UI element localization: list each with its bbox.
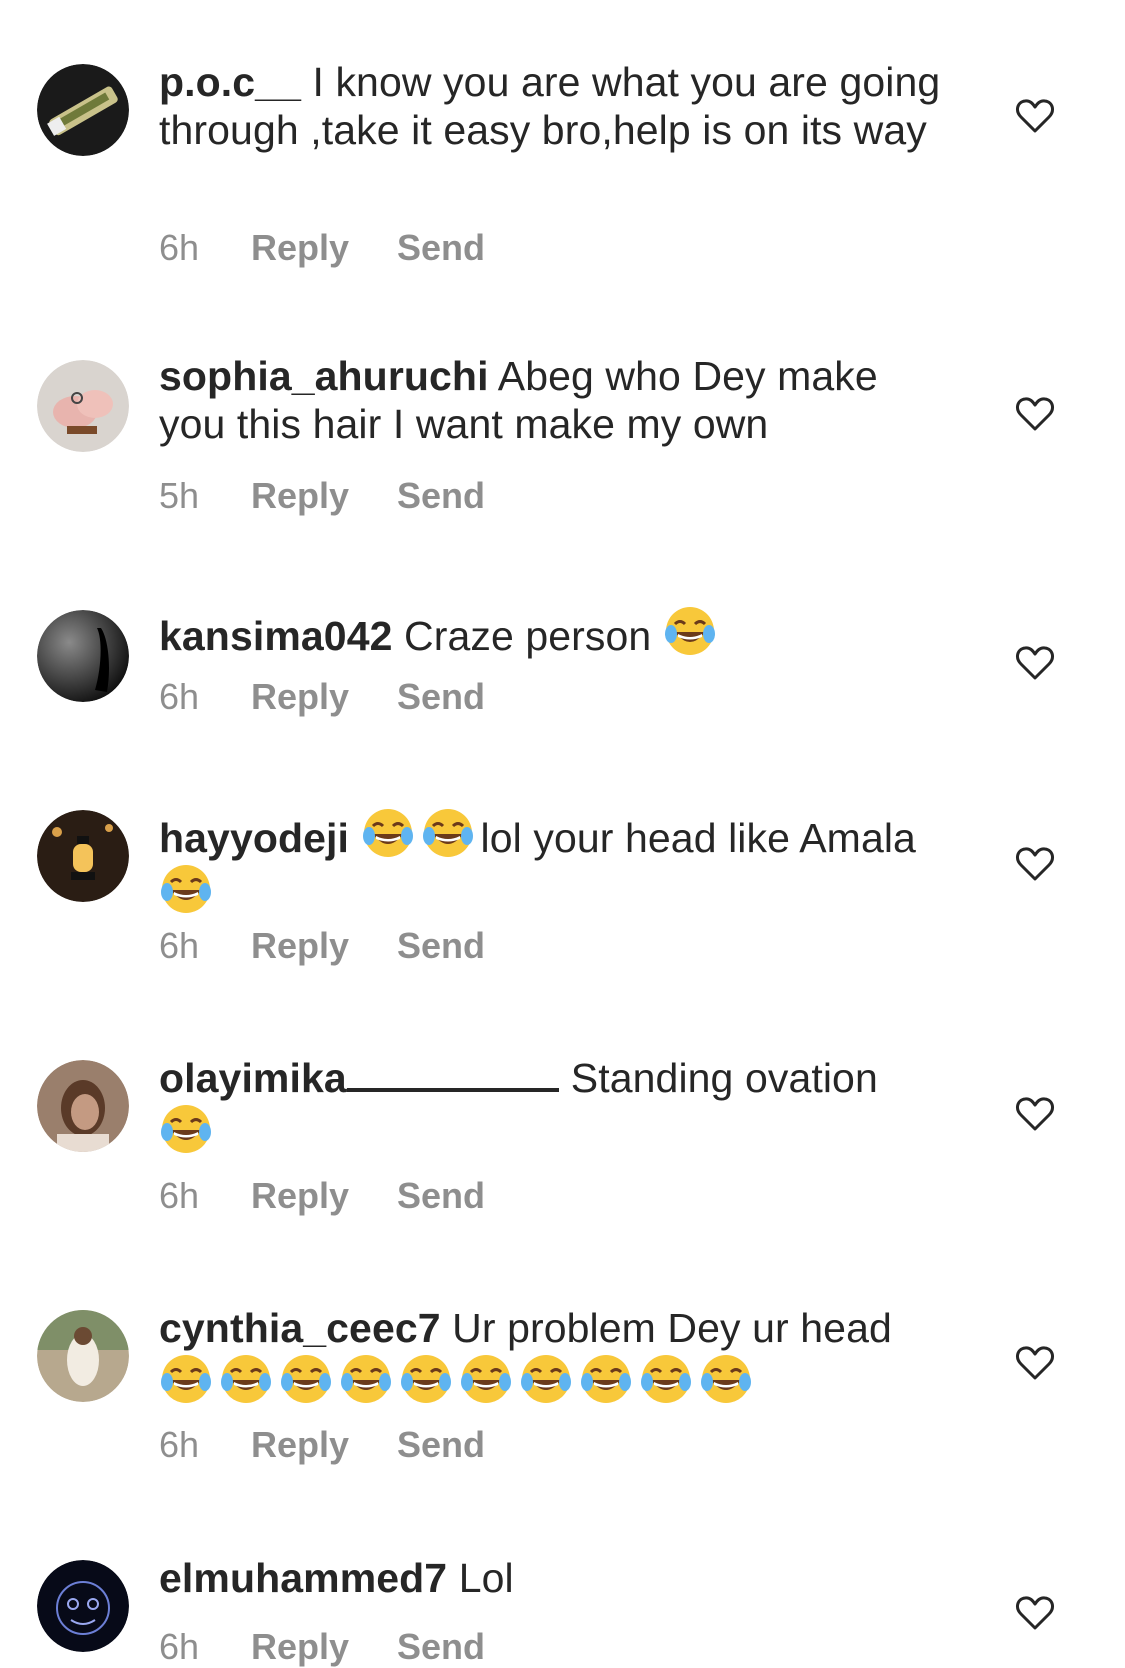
- username[interactable]: p.o.c__: [159, 59, 301, 105]
- avatar[interactable]: [37, 610, 129, 702]
- reply-button[interactable]: Reply: [251, 925, 397, 967]
- reply-button[interactable]: Reply: [251, 676, 397, 718]
- comment-body: Ur problem Dey ur head: [440, 1305, 892, 1351]
- reply-button[interactable]: Reply: [251, 475, 397, 517]
- comment-actions: 6h Reply Send: [159, 1626, 485, 1668]
- timestamp: 6h: [159, 676, 200, 717]
- comment-text: p.o.c__ I know you are what you are goin…: [159, 58, 949, 154]
- like-heart-icon[interactable]: [1015, 98, 1055, 134]
- tears-of-joy-emoji: [459, 1352, 513, 1406]
- avatar[interactable]: [37, 1560, 129, 1652]
- comment-body: Standing ovation: [570, 1055, 878, 1101]
- comment-actions: 5h Reply Send: [159, 475, 485, 517]
- like-heart-icon[interactable]: [1015, 1595, 1055, 1631]
- comment-text: sophia_ahuruchi Abeg who Dey make you th…: [159, 352, 949, 448]
- like-heart-icon[interactable]: [1015, 645, 1055, 681]
- avatar[interactable]: [37, 810, 129, 902]
- comment-actions: 6h Reply Send: [159, 925, 485, 967]
- username[interactable]: kansima042: [159, 613, 393, 659]
- tears-of-joy-emoji: [519, 1352, 573, 1406]
- comment-text: kansima042 Craze person: [159, 604, 949, 660]
- tears-of-joy-emoji: [159, 1102, 213, 1156]
- send-button[interactable]: Send: [397, 925, 485, 966]
- comment-body: lol your head like Amala: [480, 815, 916, 861]
- tears-of-joy-emoji: [361, 806, 415, 860]
- reply-button[interactable]: Reply: [251, 1175, 397, 1217]
- comment-text: hayyodeji lol your head like Amala: [159, 806, 949, 918]
- timestamp: 6h: [159, 1424, 200, 1465]
- comment-text: cynthia_ceec7 Ur problem Dey ur head: [159, 1304, 949, 1408]
- username[interactable]: cynthia_ceec7: [159, 1305, 441, 1351]
- tears-of-joy-emoji: [421, 806, 475, 860]
- username[interactable]: olayimika: [159, 1055, 347, 1101]
- username[interactable]: elmuhammed7: [159, 1555, 447, 1601]
- avatar[interactable]: [37, 1310, 129, 1402]
- like-heart-icon[interactable]: [1015, 846, 1055, 882]
- tears-of-joy-emoji: [663, 604, 717, 658]
- comment-actions: 6h Reply Send: [159, 227, 485, 269]
- tears-of-joy-emoji: [159, 1352, 213, 1406]
- reply-button[interactable]: Reply: [251, 227, 397, 269]
- comment-text: olayimika Standing ovation: [159, 1054, 949, 1158]
- tears-of-joy-emoji: [639, 1352, 693, 1406]
- avatar[interactable]: [37, 64, 129, 156]
- tears-of-joy-emoji: [339, 1352, 393, 1406]
- timestamp: 5h: [159, 475, 200, 516]
- timestamp: 6h: [159, 925, 200, 966]
- send-button[interactable]: Send: [397, 1175, 485, 1216]
- avatar[interactable]: [37, 360, 129, 452]
- comment-body: Lol: [447, 1555, 514, 1601]
- comment-text: elmuhammed7 Lol: [159, 1554, 949, 1602]
- tears-of-joy-emoji: [699, 1352, 753, 1406]
- comment-actions: 6h Reply Send: [159, 676, 485, 718]
- tears-of-joy-emoji: [219, 1352, 273, 1406]
- send-button[interactable]: Send: [397, 676, 485, 717]
- tears-of-joy-emoji: [159, 862, 213, 916]
- comment-actions: 6h Reply Send: [159, 1424, 485, 1466]
- username[interactable]: hayyodeji: [159, 815, 349, 861]
- send-button[interactable]: Send: [397, 1626, 485, 1667]
- like-heart-icon[interactable]: [1015, 1096, 1055, 1132]
- tears-of-joy-emoji: [579, 1352, 633, 1406]
- comment-body: Craze person: [392, 613, 663, 659]
- timestamp: 6h: [159, 1175, 200, 1216]
- username[interactable]: sophia_ahuruchi: [159, 353, 489, 399]
- timestamp: 6h: [159, 227, 200, 268]
- reply-button[interactable]: Reply: [251, 1626, 397, 1668]
- avatar[interactable]: [37, 1060, 129, 1152]
- comment-actions: 6h Reply Send: [159, 1175, 485, 1217]
- like-heart-icon[interactable]: [1015, 396, 1055, 432]
- tears-of-joy-emoji: [399, 1352, 453, 1406]
- like-heart-icon[interactable]: [1015, 1345, 1055, 1381]
- reply-button[interactable]: Reply: [251, 1424, 397, 1466]
- timestamp: 6h: [159, 1626, 200, 1667]
- tears-of-joy-emoji: [279, 1352, 333, 1406]
- send-button[interactable]: Send: [397, 227, 485, 268]
- username-underline: [346, 1058, 559, 1092]
- send-button[interactable]: Send: [397, 475, 485, 516]
- send-button[interactable]: Send: [397, 1424, 485, 1465]
